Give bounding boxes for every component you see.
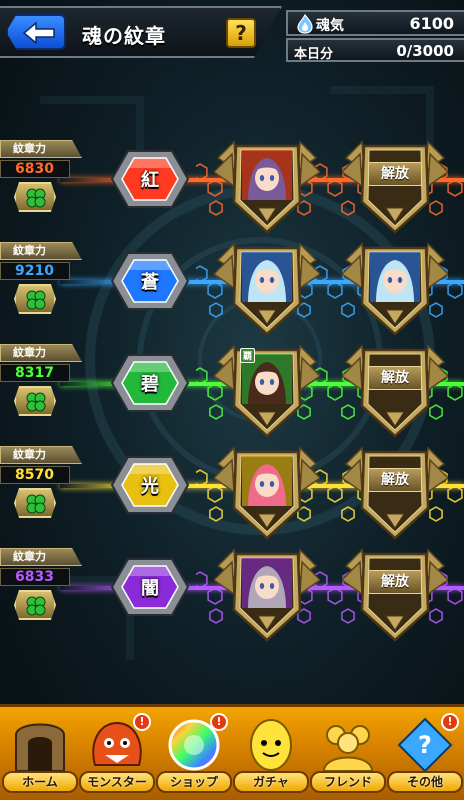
header: 魂の紋章 ? 魂気 6100 本日分 0/3000: [0, 0, 464, 62]
nav-item-friends[interactable]: フレンド: [310, 711, 386, 799]
emblem-power-box: 紋章力 8317: [0, 344, 96, 422]
emblem-power-label: 紋章力: [0, 140, 82, 158]
alert-icon: !: [133, 713, 151, 731]
emblem-row: 紋章力 9210 蒼: [0, 242, 464, 342]
emblem-slot-2[interactable]: [342, 242, 448, 340]
unlock-label: 解放: [368, 366, 422, 390]
clover-icon: [26, 188, 46, 208]
gacha-egg-icon: [239, 713, 303, 773]
emblem-power-label: 紋章力: [0, 446, 82, 464]
clover-button[interactable]: [14, 386, 56, 416]
emblem-row: 紋章力 6833 闇 解放: [0, 548, 464, 648]
character-portrait: [242, 456, 292, 506]
emblem-frame-icon: [342, 446, 448, 540]
soul-energy-panel: 魂気 6100 本日分 0/3000: [286, 6, 464, 62]
emblem-power-box: 紋章力 9210: [0, 242, 96, 320]
emblem-slot-1[interactable]: [214, 548, 320, 646]
character-portrait: [242, 252, 292, 302]
character-portrait: [242, 150, 292, 200]
soul-energy-label: 魂気: [316, 18, 344, 34]
clover-icon: [26, 392, 46, 412]
clover-button[interactable]: [14, 590, 56, 620]
nav-label: モンスター: [79, 771, 155, 793]
soul-flame-icon: [297, 14, 313, 34]
emblem-slot-1[interactable]: [214, 446, 320, 544]
clover-icon: [26, 494, 46, 514]
nav-item-gacha-egg[interactable]: ガチャ: [233, 711, 309, 799]
daily-value: 0/3000: [396, 42, 454, 60]
emblem-power-label: 紋章力: [0, 242, 82, 260]
emblem-power-box: 紋章力 6833: [0, 548, 96, 626]
home-gate-icon: [8, 713, 72, 773]
nav-item-monster[interactable]: モンスター !: [79, 711, 155, 799]
emblem-row: 紋章力 6830 紅 解放: [0, 140, 464, 240]
daily-soul-row: 本日分 0/3000: [286, 38, 464, 62]
emblem-power-value: 6830: [0, 160, 70, 178]
soul-energy-value: 6100: [409, 14, 454, 33]
nav-label: ガチャ: [233, 771, 309, 793]
unlock-label: 解放: [368, 162, 422, 186]
element-gem-button[interactable]: 紅: [108, 148, 192, 210]
element-label: 光: [141, 476, 159, 497]
emblem-row: 紋章力 8317 碧 覇 解放: [0, 344, 464, 444]
element-gem-button[interactable]: 光: [108, 454, 192, 516]
back-arrow-icon: [22, 22, 55, 44]
page-title: 魂の紋章: [82, 24, 166, 48]
clover-button[interactable]: [14, 488, 56, 518]
back-button[interactable]: [6, 14, 66, 50]
bottom-nav: ホーム モンスター ! ショップ ! ガチャ フレンド ? その他 !: [0, 704, 464, 800]
element-gem-button[interactable]: 碧: [108, 352, 192, 414]
character-portrait: [370, 252, 420, 302]
character-portrait: [242, 558, 292, 608]
nav-label: その他: [387, 771, 463, 793]
emblem-slot-2[interactable]: 解放: [342, 548, 448, 646]
alert-icon: !: [210, 713, 228, 731]
rank-badge: 覇: [240, 348, 256, 363]
nav-label: フレンド: [310, 771, 386, 793]
element-label: 紅: [141, 170, 159, 191]
element-label: 闇: [141, 578, 159, 599]
emblem-slot-2[interactable]: 解放: [342, 446, 448, 544]
emblem-slot-2[interactable]: 解放: [342, 140, 448, 238]
friends-icon: [316, 713, 380, 773]
emblem-frame-icon: [342, 140, 448, 234]
emblem-power-value: 8570: [0, 466, 70, 484]
emblem-power-label: 紋章力: [0, 548, 82, 566]
element-gem-button[interactable]: 闇: [108, 556, 192, 618]
emblem-power-label: 紋章力: [0, 344, 82, 362]
nav-label: ショップ: [156, 771, 232, 793]
element-gem-button[interactable]: 蒼: [108, 250, 192, 312]
unlock-label: 解放: [368, 570, 422, 594]
emblem-power-box: 紋章力 8570: [0, 446, 96, 524]
emblem-slot-1[interactable]: [214, 242, 320, 340]
emblem-frame-icon: [342, 344, 448, 438]
clover-icon: [26, 596, 46, 616]
help-button[interactable]: ?: [226, 18, 256, 48]
clover-button[interactable]: [14, 284, 56, 314]
emblem-power-value: 9210: [0, 262, 70, 280]
emblem-slot-1[interactable]: [214, 140, 320, 238]
svg-text:?: ?: [418, 731, 432, 759]
nav-item-rainbow-orb[interactable]: ショップ !: [156, 711, 232, 799]
emblem-power-value: 6833: [0, 568, 70, 586]
nav-item-home-gate[interactable]: ホーム: [2, 711, 78, 799]
soul-energy-row: 魂気 6100: [286, 10, 464, 36]
unlock-label: 解放: [368, 468, 422, 492]
daily-label: 本日分: [294, 47, 334, 62]
emblem-power-box: 紋章力 6830: [0, 140, 96, 218]
element-label: 蒼: [141, 272, 159, 293]
emblem-power-value: 8317: [0, 364, 70, 382]
emblem-slot-1[interactable]: 覇: [214, 344, 320, 442]
clover-button[interactable]: [14, 182, 56, 212]
nav-label: ホーム: [2, 771, 78, 793]
emblem-slot-2[interactable]: 解放: [342, 344, 448, 442]
element-label: 碧: [141, 374, 159, 395]
alert-icon: !: [441, 713, 459, 731]
emblem-frame-icon: [342, 548, 448, 642]
clover-icon: [26, 290, 46, 310]
emblem-row: 紋章力 8570 光 解放: [0, 446, 464, 546]
nav-item-other-menu[interactable]: ? その他 !: [387, 711, 463, 799]
